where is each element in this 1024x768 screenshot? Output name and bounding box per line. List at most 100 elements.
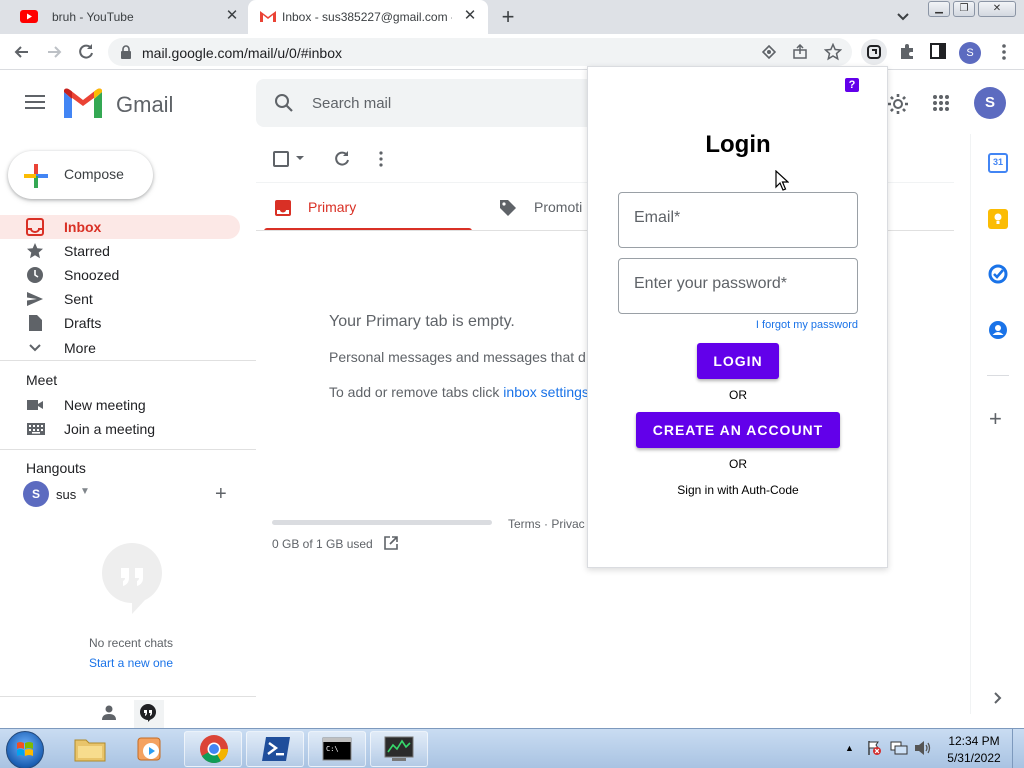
login-title: Login [705,131,771,158]
caret-down-icon[interactable]: ▼ [80,486,90,497]
nav-item-sent[interactable]: Sent [0,287,240,311]
google-apps-grid-icon[interactable] [932,94,950,112]
footer-links[interactable]: Terms · Privac [508,517,585,531]
search-box[interactable]: Search mail [256,79,616,127]
side-panel-icon[interactable] [929,42,949,62]
nav-label: Sent [64,291,93,307]
forgot-password-link[interactable]: I forgot my password [588,319,858,331]
calendar-icon[interactable]: 31 [988,153,1008,173]
more-vert-icon[interactable] [372,151,390,167]
close-window-button[interactable]: ✕ [978,1,1016,17]
extensions-puzzle-icon[interactable] [897,42,917,62]
start-new-chat-link[interactable]: Start a new one [0,656,262,670]
hangouts-avatar[interactable]: S [23,481,49,507]
bookmark-star-icon[interactable] [824,43,842,61]
password-field[interactable]: Enter your password* [618,258,858,314]
nav-item-more[interactable]: More [0,336,240,360]
join-meeting-item[interactable]: Join a meeting [0,417,240,441]
network-icon[interactable] [890,740,908,756]
tab-youtube[interactable]: bruh - YouTube ✕ [8,0,248,34]
nav-item-drafts[interactable]: Drafts [0,311,240,335]
file-explorer-icon[interactable] [74,735,106,763]
tasks-icon[interactable] [988,264,1008,284]
create-account-button[interactable]: CREATE AN ACCOUNT [636,412,840,448]
extension-diamond-icon[interactable] [762,45,776,59]
gmail-icon [260,10,276,22]
inbox-icon [26,218,44,236]
task-manager-icon [384,736,414,762]
chevron-right-icon[interactable] [990,691,1004,705]
nav-item-snoozed[interactable]: Snoozed [0,263,240,287]
gmail-wordmark: Gmail [116,92,174,117]
auth-code-link[interactable]: Sign in with Auth-Code [588,483,888,497]
restore-button[interactable]: ❐ [953,1,975,17]
no-recent-chats: No recent chats [88,636,174,650]
lock-icon [120,45,132,59]
kebab-menu-icon[interactable] [994,42,1014,62]
clock-time[interactable]: 12:34 PM [940,734,1008,748]
tag-icon [499,199,517,217]
chevron-down-icon [26,339,44,357]
powershell-icon [261,736,291,762]
nav-label: Drafts [64,315,102,331]
inbox-tray-icon [274,199,292,217]
keep-icon[interactable] [988,209,1008,229]
tab-search-chevron-icon[interactable] [896,9,910,23]
hangouts-user-name[interactable]: sus [56,487,76,502]
person-icon[interactable] [101,704,117,720]
select-dropdown-icon[interactable] [295,153,305,163]
help-icon[interactable]: ? [845,78,859,92]
settings-gear-icon[interactable] [886,92,910,116]
gmail-logo-icon[interactable] [64,88,102,118]
address-bar[interactable]: mail.google.com/mail/u/0/#inbox [108,38,852,66]
taskbar-task-manager-button[interactable] [370,731,428,767]
clock-date[interactable]: 5/31/2022 [940,751,1008,765]
refresh-icon[interactable] [333,150,351,168]
taskbar-chrome-button[interactable] [184,731,242,767]
back-icon[interactable] [12,42,32,62]
nav-item-inbox[interactable]: Inbox [0,215,240,239]
mouse-cursor-icon [775,170,789,192]
main-menu-icon[interactable] [24,92,46,112]
share-icon[interactable] [792,44,808,60]
login-button[interactable]: LOGIN [697,343,779,379]
get-addons-plus-icon[interactable]: + [989,408,1002,430]
tab-primary[interactable]: Primary [264,198,472,230]
keyboard-icon [26,420,46,438]
compose-button[interactable]: Compose [8,151,153,199]
email-field[interactable]: Email* [618,192,858,248]
account-avatar[interactable]: S [974,87,1006,119]
inbox-settings-link[interactable]: inbox settings [503,384,589,400]
new-tab-button[interactable]: + [496,6,520,30]
search-icon[interactable] [274,93,294,113]
show-desktop-button[interactable] [1012,729,1024,768]
close-tab-icon[interactable]: ✕ [224,8,240,24]
youtube-icon [20,10,38,23]
or-separator: OR [729,388,747,402]
nav-label: Join a meeting [64,421,156,437]
profile-avatar[interactable]: S [959,42,981,64]
open-in-new-icon[interactable] [383,535,399,551]
forward-icon[interactable] [44,42,64,62]
new-meeting-item[interactable]: New meeting [0,393,240,417]
search-input[interactable]: Search mail [312,95,391,112]
empty-tab-title: Your Primary tab is empty. [329,313,515,330]
tab-gmail-inbox[interactable]: Inbox - sus385227@gmail.com - ✕ [248,0,488,34]
taskbar-powershell-button[interactable] [246,731,304,767]
start-button[interactable] [6,731,44,768]
minimize-button[interactable]: ▁ [928,1,950,17]
nav-item-starred[interactable]: Starred [0,239,240,263]
select-all-checkbox[interactable] [273,151,289,167]
extension-active-button[interactable] [861,39,887,65]
add-hangout-icon[interactable]: + [215,484,227,504]
media-player-icon[interactable] [136,735,164,763]
volume-icon[interactable] [914,740,932,756]
action-center-flag-icon[interactable] [866,740,882,756]
close-tab-icon[interactable]: ✕ [462,8,478,24]
contacts-icon[interactable] [988,320,1008,340]
hangouts-tab[interactable] [134,700,164,728]
show-hidden-icons[interactable]: ▲ [845,743,854,753]
taskbar-cmd-button[interactable]: C:\ [308,731,366,767]
reload-icon[interactable] [76,42,96,62]
tab-promotions[interactable]: Promoti [488,198,588,230]
